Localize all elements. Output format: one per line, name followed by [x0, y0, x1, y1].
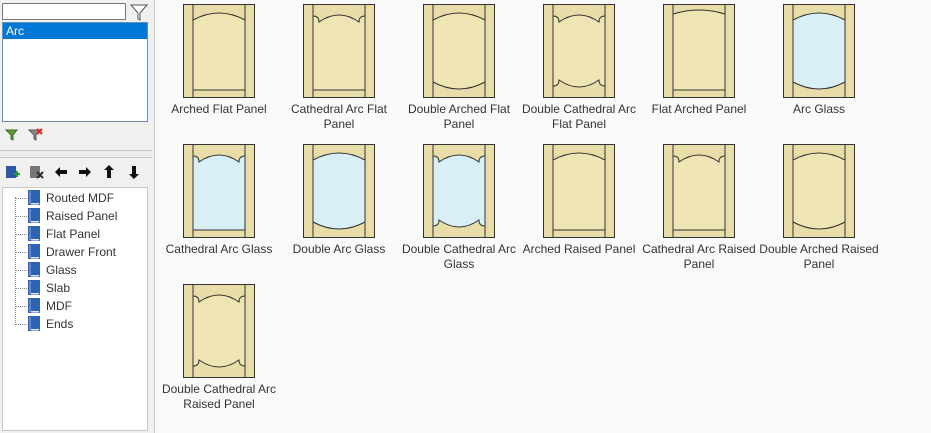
door-style-tile[interactable]: Arched Flat Panel [159, 4, 279, 117]
door-style-label: Flat Arched Panel [651, 102, 747, 116]
door-style-tile[interactable]: Cathedral Arc Glass [159, 144, 279, 257]
door-style-tile[interactable]: Flat Arched Panel [639, 4, 759, 117]
category-tree[interactable]: Routed MDF Raised Panel Flat Panel Drawer F… [2, 187, 148, 431]
door-thumbnail [519, 144, 639, 238]
tree-item-label: Glass [46, 263, 77, 277]
green-funnel-icon[interactable] [4, 126, 20, 142]
door-thumbnail [159, 144, 279, 238]
door-style-tile[interactable]: Arched Raised Panel [519, 144, 639, 257]
tree-toolbar [4, 164, 147, 180]
door-style-label: Arc Glass [792, 102, 845, 116]
tree-connector [15, 198, 27, 199]
door-thumbnail [279, 144, 399, 238]
book-icon [28, 244, 40, 259]
door-thumbnail [279, 4, 399, 98]
tree-item-label: Ends [46, 317, 74, 331]
tree-connector [15, 288, 27, 289]
filter-tools [4, 126, 47, 142]
door-style-label: Arched Raised Panel [522, 242, 636, 256]
tree-item-label: Drawer Front [46, 245, 117, 259]
panel-divider[interactable] [0, 150, 152, 158]
tree-connector [15, 252, 27, 253]
tree-connector [15, 306, 27, 307]
door-style-label: Cathedral Arc Flat Panel [290, 102, 388, 131]
search-row [2, 3, 150, 23]
book-icon [28, 208, 40, 223]
door-thumbnail [759, 144, 879, 238]
door-style-label: Double Cathedral Arc Raised Panel [161, 382, 277, 411]
door-thumbnail [399, 144, 519, 238]
arrow-right-icon[interactable] [77, 164, 93, 180]
add-item-icon[interactable] [4, 164, 20, 180]
tree-item-label: Raised Panel [46, 209, 118, 223]
door-style-gallery: Arched Flat Panel Cathedral Arc Flat Pan… [154, 0, 931, 433]
tree-connector [15, 216, 27, 217]
door-style-tile[interactable]: Double Cathedral Arc Flat Panel [519, 4, 639, 132]
door-style-label: Double Cathedral Arc Flat Panel [521, 102, 637, 131]
book-icon [28, 226, 40, 241]
door-thumbnail [159, 4, 279, 98]
book-icon [28, 298, 40, 313]
search-input[interactable] [2, 3, 126, 20]
door-style-tile[interactable]: Double Arc Glass [279, 144, 399, 257]
door-style-tile[interactable]: Double Arched Raised Panel [759, 144, 879, 272]
arrow-left-icon[interactable] [53, 164, 69, 180]
door-style-label: Double Arc Glass [292, 242, 386, 256]
door-thumbnail [519, 4, 639, 98]
door-thumbnail [639, 4, 759, 98]
door-style-tile[interactable]: Arc Glass [759, 4, 879, 117]
door-style-tile[interactable]: Cathedral Arc Flat Panel [279, 4, 399, 132]
remove-item-icon[interactable] [28, 164, 45, 180]
arrow-up-icon[interactable] [101, 164, 117, 180]
red-funnel-icon[interactable] [27, 126, 44, 142]
door-style-tile[interactable]: Cathedral Arc Raised Panel [639, 144, 759, 272]
door-thumbnail [759, 4, 879, 98]
arrow-down-icon[interactable] [126, 164, 142, 180]
door-thumbnail [639, 144, 759, 238]
tree-connector [15, 270, 27, 271]
door-thumbnail [399, 4, 519, 98]
tree-connector [15, 234, 27, 235]
tree-item-label: MDF [46, 299, 72, 313]
tree-item-label: Slab [46, 281, 71, 295]
door-style-label: Cathedral Arc Glass [165, 242, 273, 256]
book-icon [28, 316, 40, 331]
door-style-tile[interactable]: Double Cathedral Arc Raised Panel [159, 284, 279, 412]
funnel-icon[interactable] [129, 3, 149, 22]
filter-item-selected[interactable]: Arc [3, 23, 147, 39]
filter-list[interactable]: Arc [2, 22, 148, 122]
tree-item-label: Routed MDF [46, 191, 115, 205]
door-style-label: Double Arched Raised Panel [759, 242, 879, 271]
door-style-label: Double Cathedral Arc Glass [401, 242, 517, 271]
door-style-label: Cathedral Arc Raised Panel [642, 242, 756, 271]
door-style-label: Arched Flat Panel [171, 102, 267, 116]
door-thumbnail [159, 284, 279, 378]
left-panel: Arc Routed MDF Raised Panel Flat Panel D… [0, 0, 152, 433]
book-icon [28, 262, 40, 277]
book-icon [28, 280, 40, 295]
door-style-tile[interactable]: Double Cathedral Arc Glass [399, 144, 519, 272]
tree-connector [15, 324, 27, 325]
door-style-tile[interactable]: Double Arched Flat Panel [399, 4, 519, 132]
tree-item-label: Flat Panel [46, 227, 101, 241]
book-icon [28, 190, 40, 205]
door-style-label: Double Arched Flat Panel [407, 102, 511, 131]
